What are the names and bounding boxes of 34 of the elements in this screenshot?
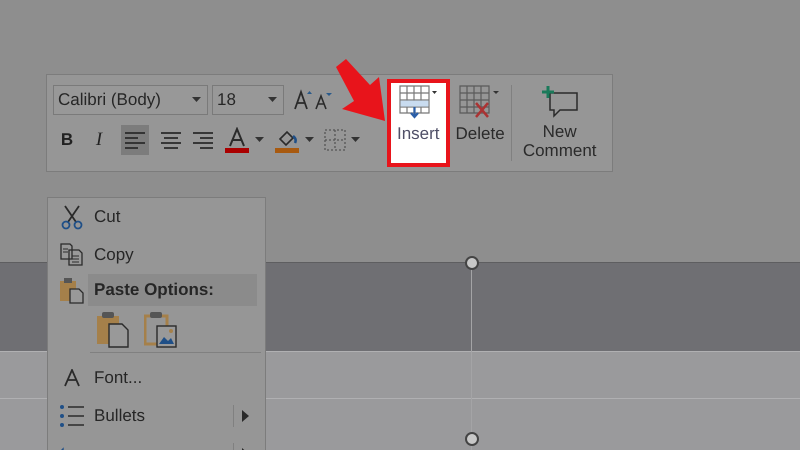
font-name: Calibri (Body) <box>58 90 161 110</box>
font-size: 18 <box>217 90 236 110</box>
align-left-button[interactable] <box>121 125 149 155</box>
menu-item[interactable]: Font... <box>48 359 265 397</box>
align-right-icon <box>192 131 214 149</box>
caret-icon[interactable] <box>255 137 264 143</box>
menu-item[interactable]: Copy <box>48 236 265 274</box>
font-size-dropdown[interactable]: 18 <box>212 85 284 115</box>
grow-font-icon[interactable] <box>292 89 314 111</box>
caret-icon[interactable] <box>268 97 277 103</box>
caret-icon[interactable] <box>351 137 360 143</box>
pointer-arrow <box>334 57 386 123</box>
delete-button[interactable]: Delete <box>452 79 509 167</box>
insert-button[interactable]: Insert <box>387 79 450 167</box>
table-insert-icon <box>399 85 438 121</box>
align-left-icon <box>124 131 146 149</box>
scissors-icon <box>60 204 84 230</box>
bullets-icon <box>59 403 85 429</box>
submenu-arrow-icon <box>242 410 249 422</box>
copy-icon <box>60 243 84 267</box>
border-grid-icon <box>324 129 346 151</box>
menu-header: Paste Options: <box>88 274 257 306</box>
font-name-dropdown[interactable]: Calibri (Body) <box>53 85 208 115</box>
bold-button[interactable]: B <box>53 125 81 155</box>
clipboard-icon <box>59 276 85 304</box>
menu-item[interactable]: Cut <box>48 198 265 236</box>
caret-icon[interactable] <box>192 97 201 103</box>
font-color-icon <box>224 127 250 153</box>
caret-icon[interactable] <box>305 137 314 143</box>
align-center-icon <box>160 131 182 149</box>
new-comment-button[interactable]: New Comment <box>514 79 606 167</box>
italic-button[interactable]: I <box>85 125 113 155</box>
font-icon <box>63 369 81 387</box>
menu-item[interactable]: Bullets <box>48 397 265 435</box>
